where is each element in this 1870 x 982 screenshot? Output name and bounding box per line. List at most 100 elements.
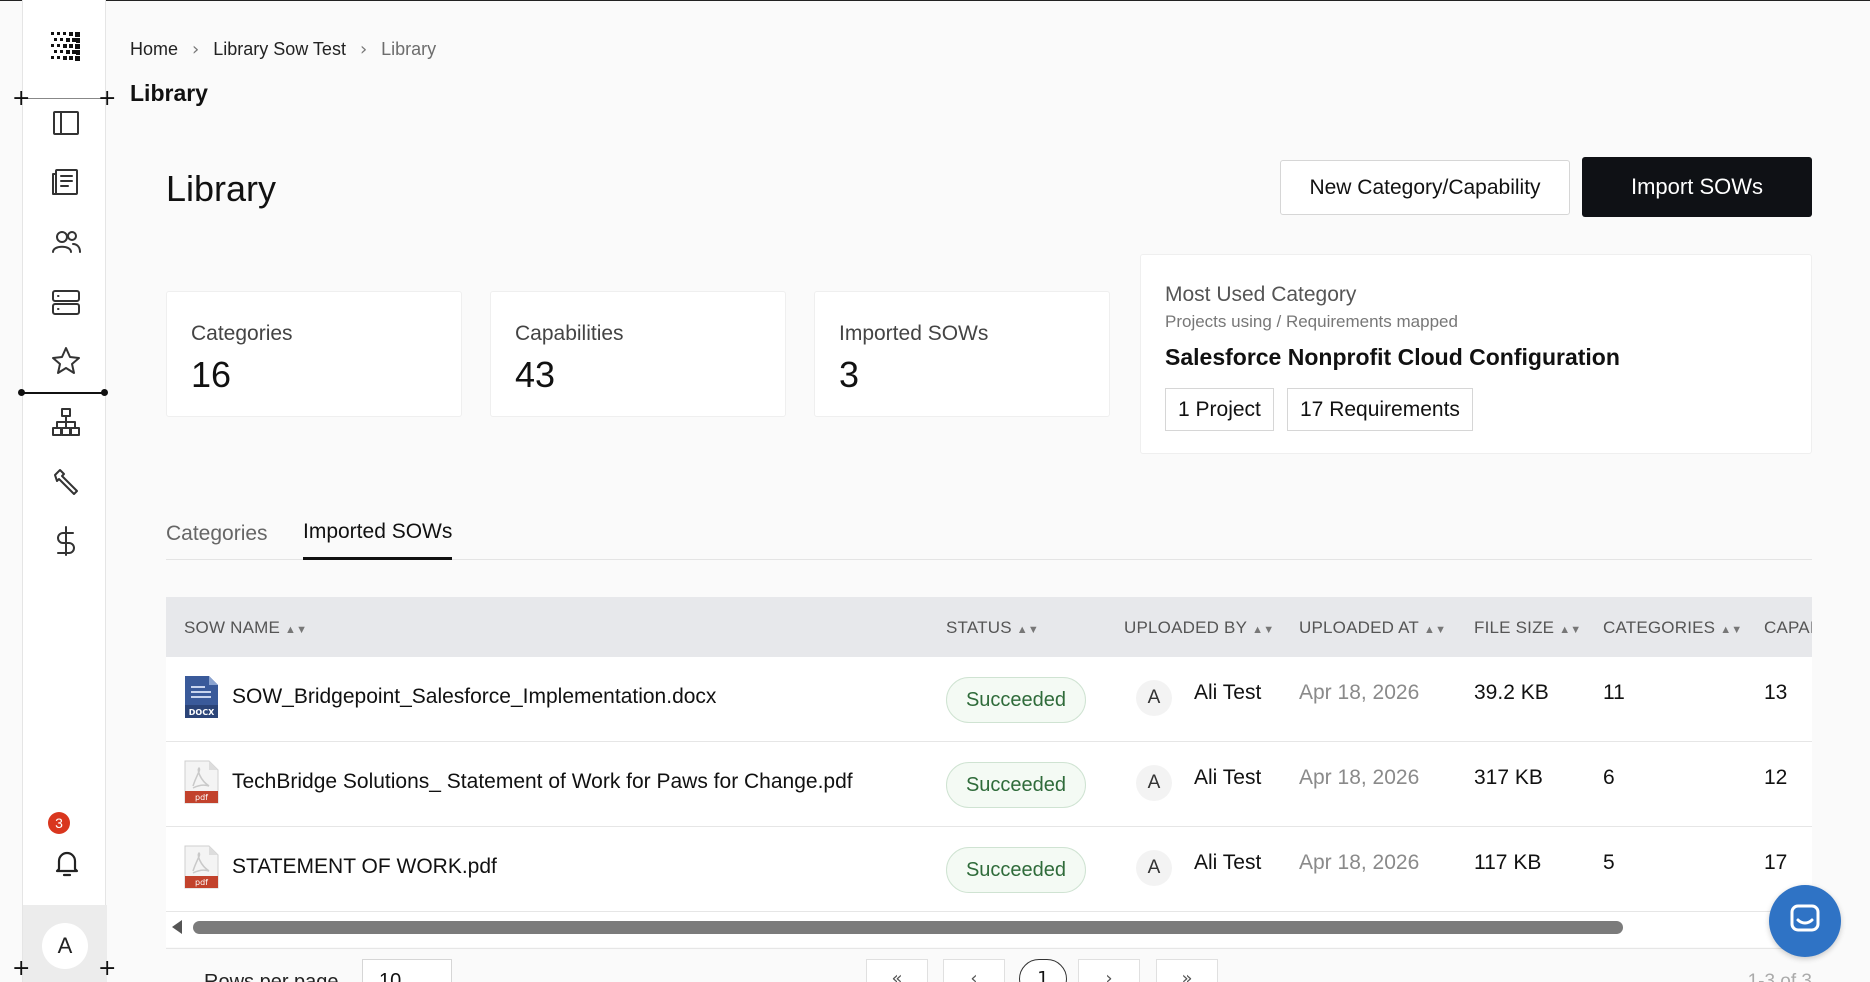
stat-label: Imported SOWs [839,322,989,345]
next-page-button[interactable]: › [1078,959,1140,982]
breadcrumb-home[interactable]: Home [130,39,178,60]
column-header-categories[interactable]: CATEGORIES ▲▼ [1603,618,1742,638]
column-header-label: UPLOADED AT [1299,618,1419,637]
horizontal-scrollbar[interactable] [166,917,1812,937]
notifications-button[interactable] [53,848,81,880]
column-header-capabilities[interactable]: CAPAI [1764,618,1812,638]
most-used-subtitle: Projects using / Requirements mapped [1165,312,1458,331]
sort-icon: ▲▼ [1423,624,1447,636]
last-page-button[interactable]: » [1156,959,1218,982]
pdf-file-icon: pdf [183,760,219,804]
rows-per-page-select[interactable]: 10 [362,959,452,982]
column-header-status[interactable]: STATUS ▲▼ [946,618,1039,638]
file-type-label: pdf [195,878,208,887]
header-title: Library [130,80,208,106]
sidebar-item-billing[interactable] [49,525,83,562]
sidebar-item-server[interactable] [49,287,83,321]
previous-page-button[interactable]: ‹ [943,959,1005,982]
stat-value: 43 [515,354,556,395]
uploaded-at: Apr 18, 2026 [1299,681,1420,704]
table-header: SOW NAME ▲▼ STATUS ▲▼ UPLOADED BY ▲▼ UPLOAD… [166,597,1812,657]
breadcrumb-current: Library [381,39,437,59]
uploader-avatar: A [1136,850,1172,886]
uploaded-at: Apr 18, 2026 [1299,851,1420,874]
page-button-current[interactable]: 1 [1019,959,1067,982]
app-logo[interactable] [49,30,81,62]
stat-label: Capabilities [515,322,624,345]
most-used-category-name: Salesforce Nonprofit Cloud Configuration [1165,344,1620,370]
docx-file-icon: DOCX [183,675,219,719]
panel-icon [50,107,82,144]
stat-value: 3 [839,354,860,395]
sow-name[interactable]: TechBridge Solutions_ Statement of Work … [232,770,853,794]
capabilities-count: 17 [1764,851,1788,874]
sidebar-item-users[interactable] [49,227,83,261]
import-sows-button[interactable]: Import SOWs [1582,157,1812,217]
scroll-left-arrow[interactable] [172,920,182,934]
column-header-label: CAPAI [1764,618,1812,637]
column-header-label: STATUS [946,618,1012,637]
chat-icon [1787,901,1823,942]
tab-imported-sows[interactable]: Imported SOWs [303,520,453,560]
column-header-label: FILE SIZE [1474,618,1555,637]
chevron-right-icon: › [359,39,368,60]
pagination: Rows per page 10 « ‹ 1 › » 1-3 of 3 [166,948,1812,982]
table-row[interactable]: pdf TechBridge Solutions_ Statement of W… [166,742,1812,827]
table-row[interactable]: pdf STATEMENT OF WORK.pdf Succeeded A Al… [166,827,1812,912]
status-badge: Succeeded [946,847,1086,893]
double-chevron-right-icon: » [1181,968,1193,982]
sidebar-item-panel[interactable] [49,108,83,142]
stat-value: 16 [191,354,232,395]
column-header-uploaded-by[interactable]: UPLOADED BY ▲▼ [1124,618,1274,638]
rows-per-page-label: Rows per page [204,971,339,982]
column-header-uploaded-at[interactable]: UPLOADED AT ▲▼ [1299,618,1446,638]
scrollbar-thumb[interactable] [193,921,1623,934]
table-row[interactable]: DOCX SOW_Bridgepoint_Salesforce_Implemen… [166,657,1812,742]
projects-count-pill: 1 Project [1165,388,1274,431]
double-chevron-left-icon: « [891,968,903,982]
sow-table: SOW NAME ▲▼ STATUS ▲▼ UPLOADED BY ▲▼ UPLOAD… [166,597,1812,947]
document-icon [50,166,82,203]
wrench-icon [50,466,82,503]
capabilities-count: 13 [1764,681,1788,704]
corner-mark: + [98,956,117,981]
column-header-label: SOW NAME [184,618,281,637]
dollar-icon [50,525,82,562]
breadcrumb: Home › Library Sow Test › Library [130,39,436,60]
chat-button[interactable] [1769,885,1841,957]
column-header-sow-name[interactable]: SOW NAME ▲▼ [184,618,307,638]
file-size: 317 KB [1474,766,1543,789]
first-page-button[interactable]: « [866,959,928,982]
sort-icon: ▲▼ [285,624,308,636]
row-count: 1-3 of 3 [1747,971,1812,982]
sow-name[interactable]: SOW_Bridgepoint_Salesforce_Implementatio… [232,685,716,709]
requirements-count-pill: 17 Requirements [1287,388,1473,431]
new-category-capability-button[interactable]: New Category/Capability [1280,160,1570,215]
corner-mark: + [12,86,31,111]
stat-label: Categories [191,322,293,345]
stat-card-imported-sows: Imported SOWs 3 [814,291,1110,417]
file-type-label: pdf [195,793,208,802]
hierarchy-icon [50,406,82,443]
corner-mark: + [12,956,31,981]
sow-name[interactable]: STATEMENT OF WORK.pdf [232,855,497,879]
user-avatar[interactable]: A [42,923,88,969]
sidebar-item-documents[interactable] [49,167,83,201]
sort-icon: ▲▼ [1252,624,1275,636]
capabilities-count: 12 [1764,766,1788,789]
tab-categories[interactable]: Categories [166,522,268,558]
corner-mark: + [98,86,117,111]
sidebar-divider [23,98,107,99]
sidebar-item-library[interactable] [49,346,83,380]
bell-icon [53,851,81,882]
star-icon [50,345,82,382]
sidebar-item-tools[interactable] [49,467,83,501]
sort-icon: ▲▼ [1720,624,1743,636]
pdf-file-icon: pdf [183,845,219,889]
breadcrumb-project[interactable]: Library Sow Test [213,39,346,60]
file-size: 39.2 KB [1474,681,1549,704]
sidebar-item-hierarchy[interactable] [49,407,83,441]
sort-icon: ▲▼ [1559,624,1582,636]
column-header-file-size[interactable]: FILE SIZE ▲▼ [1474,618,1581,638]
chevron-right-icon: › [192,39,200,60]
